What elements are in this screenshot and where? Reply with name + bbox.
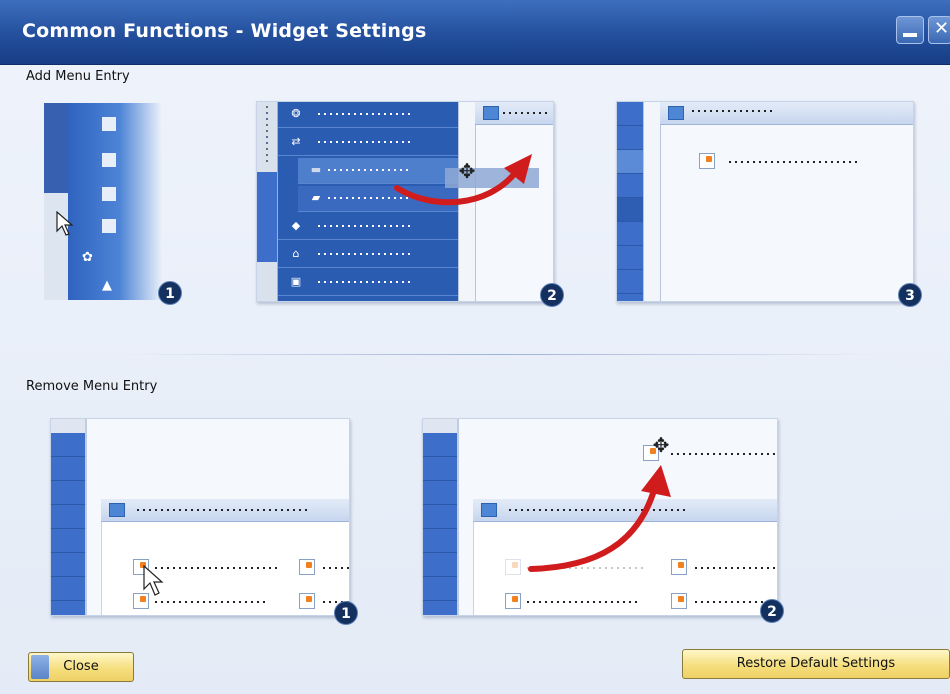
mouse-pointer-icon: [143, 565, 164, 596]
entry-dots: [323, 567, 349, 569]
illustration-rail-top: [423, 419, 457, 433]
step-badge-remove-1: 1: [334, 601, 358, 625]
shortcut-icon: [699, 153, 715, 169]
restore-default-settings-button[interactable]: Restore Default Settings: [682, 649, 950, 679]
close-button-label: Close: [63, 659, 99, 674]
title-bar: Common Functions - Widget Settings ✕: [0, 0, 950, 65]
mouse-pointer-icon: [56, 211, 74, 236]
gear-icon: ✿: [82, 250, 93, 265]
illustration-menu: [68, 103, 162, 300]
window-title: Common Functions - Widget Settings: [22, 20, 427, 42]
section-separator: [120, 354, 880, 355]
warning-icon: ▲: [102, 278, 112, 293]
entry-dots: [695, 567, 775, 569]
step-badge-add-2: 2: [540, 283, 564, 307]
entry-dots: [155, 601, 267, 603]
illustration-divider: [643, 102, 661, 301]
entry-dots: [671, 453, 775, 455]
close-button[interactable]: Close: [28, 652, 134, 682]
illustration-divider: [85, 419, 87, 615]
add-step-3-illustration: [616, 101, 914, 302]
add-menu-entry-label: Add Menu Entry: [26, 69, 130, 84]
illustration-widget-header: [660, 102, 913, 125]
remove-step-1-illustration: [50, 418, 350, 616]
illustration-rail-top: [51, 419, 85, 433]
illustration-widget-header: [101, 499, 349, 522]
menu-icon: [102, 153, 116, 167]
step-badge-remove-2: 2: [760, 599, 784, 623]
illustration-widget-header: [475, 102, 553, 125]
minimize-button[interactable]: [896, 16, 924, 44]
illustration-rail-light: [44, 193, 68, 300]
menu-icon: [102, 187, 116, 201]
illustration-menu-rail: [51, 433, 85, 615]
add-step-2-illustration: ❂ ⇄ ▬ ▰ ◆ ⌂ ▣ ✥: [256, 101, 554, 302]
illustration-menu-rail: [423, 433, 457, 615]
illustration-scroll-strip: [257, 102, 278, 301]
drag-arrow-icon: [528, 465, 671, 572]
shortcut-icon: [299, 559, 315, 575]
step-badge-add-3: 3: [898, 283, 922, 307]
menu-icon: [102, 219, 116, 233]
entry-dots: [729, 161, 861, 163]
shortcut-icon: [671, 593, 687, 609]
remove-step-2-illustration: ✥: [422, 418, 778, 616]
close-icon: ✕: [934, 18, 950, 39]
removed-shortcut-icon: [505, 559, 521, 575]
close-window-button[interactable]: ✕: [928, 16, 950, 44]
add-step-1-illustration: ✿ ▲: [44, 103, 162, 300]
shortcut-icon: [505, 593, 521, 609]
restore-button-label: Restore Default Settings: [736, 656, 896, 671]
move-cursor-icon: ✥: [652, 433, 670, 457]
entry-dots: [527, 601, 639, 603]
entry-dots: [155, 567, 277, 569]
shortcut-icon: [299, 593, 315, 609]
illustration-divider: [457, 419, 459, 615]
menu-icon: [102, 117, 116, 131]
step-badge-add-1: 1: [158, 281, 182, 305]
remove-menu-entry-label: Remove Menu Entry: [26, 379, 158, 394]
illustration-menu-rail: [617, 102, 643, 301]
move-cursor-icon: ✥: [458, 159, 476, 183]
